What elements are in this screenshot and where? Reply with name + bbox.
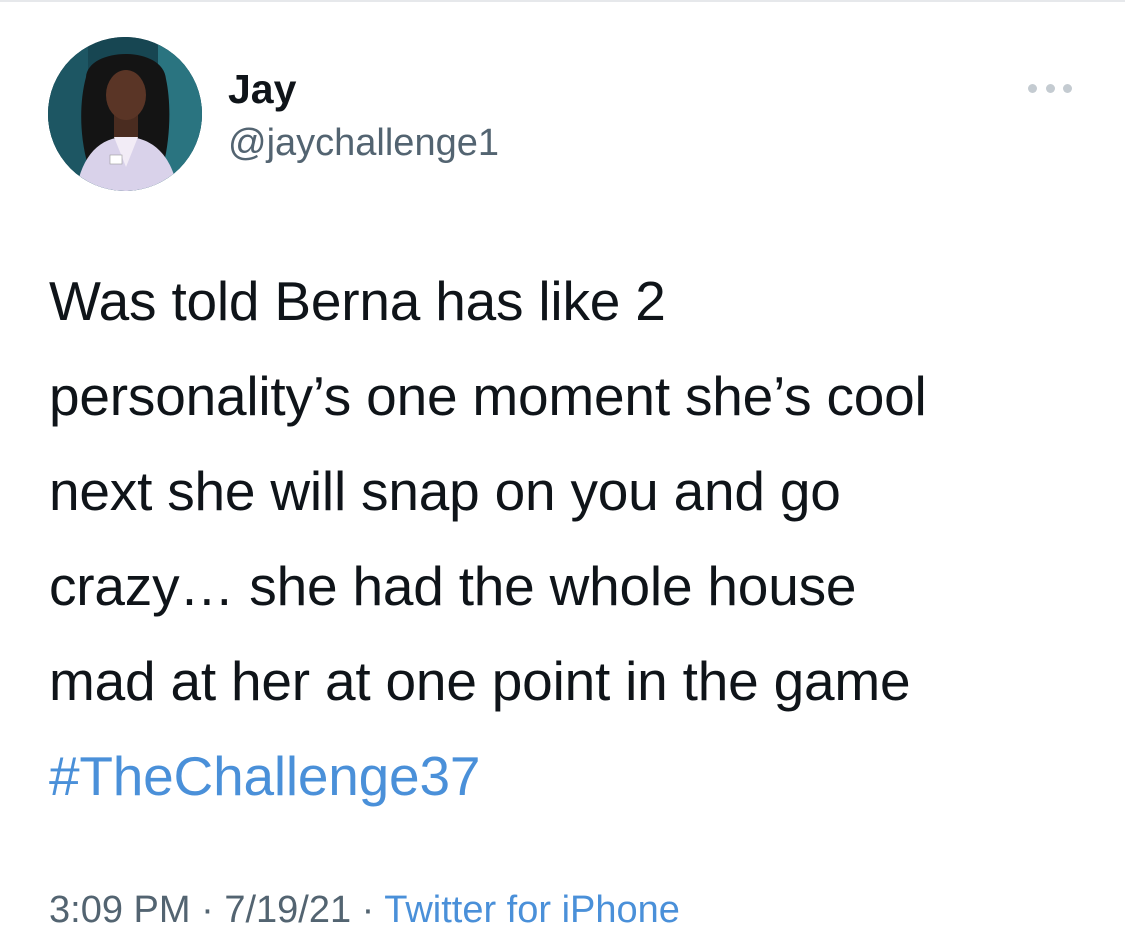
- tweet: Jay @jaychallenge1 Was told Berna has li…: [0, 0, 1125, 943]
- tweet-text-line: crazy… she had the whole house: [49, 555, 857, 617]
- author-display-name[interactable]: Jay: [228, 64, 296, 114]
- tweet-meta: 3:09 PM · 7/19/21 · Twitter for iPhone: [49, 884, 680, 936]
- avatar[interactable]: [48, 37, 202, 191]
- avatar-image: [48, 37, 202, 191]
- tweet-text-line: Was told Berna has like 2: [49, 270, 666, 332]
- tweet-text-line: next she will snap on you and go: [49, 460, 841, 522]
- meta-separator: ·: [361, 889, 385, 931]
- tweet-text-line: personality’s one moment she’s cool: [49, 365, 927, 427]
- tweet-text-line: mad at her at one point in the game: [49, 650, 911, 712]
- more-horizontal-icon-dot: [1063, 83, 1072, 93]
- more-horizontal-icon: [1028, 83, 1037, 93]
- hashtag-link[interactable]: #TheChallenge37: [49, 729, 1099, 824]
- tweet-text: Was told Berna has like 2 personality’s …: [49, 254, 1099, 824]
- author-handle[interactable]: @jaychallenge1: [228, 119, 499, 167]
- more-horizontal-icon-dot: [1045, 83, 1055, 93]
- tweet-time[interactable]: 3:09 PM: [49, 889, 191, 931]
- meta-separator: ·: [201, 889, 225, 931]
- more-options-button[interactable]: [1024, 74, 1076, 102]
- tweet-date[interactable]: 7/19/21: [224, 889, 351, 931]
- tweet-source-link[interactable]: Twitter for iPhone: [384, 889, 680, 931]
